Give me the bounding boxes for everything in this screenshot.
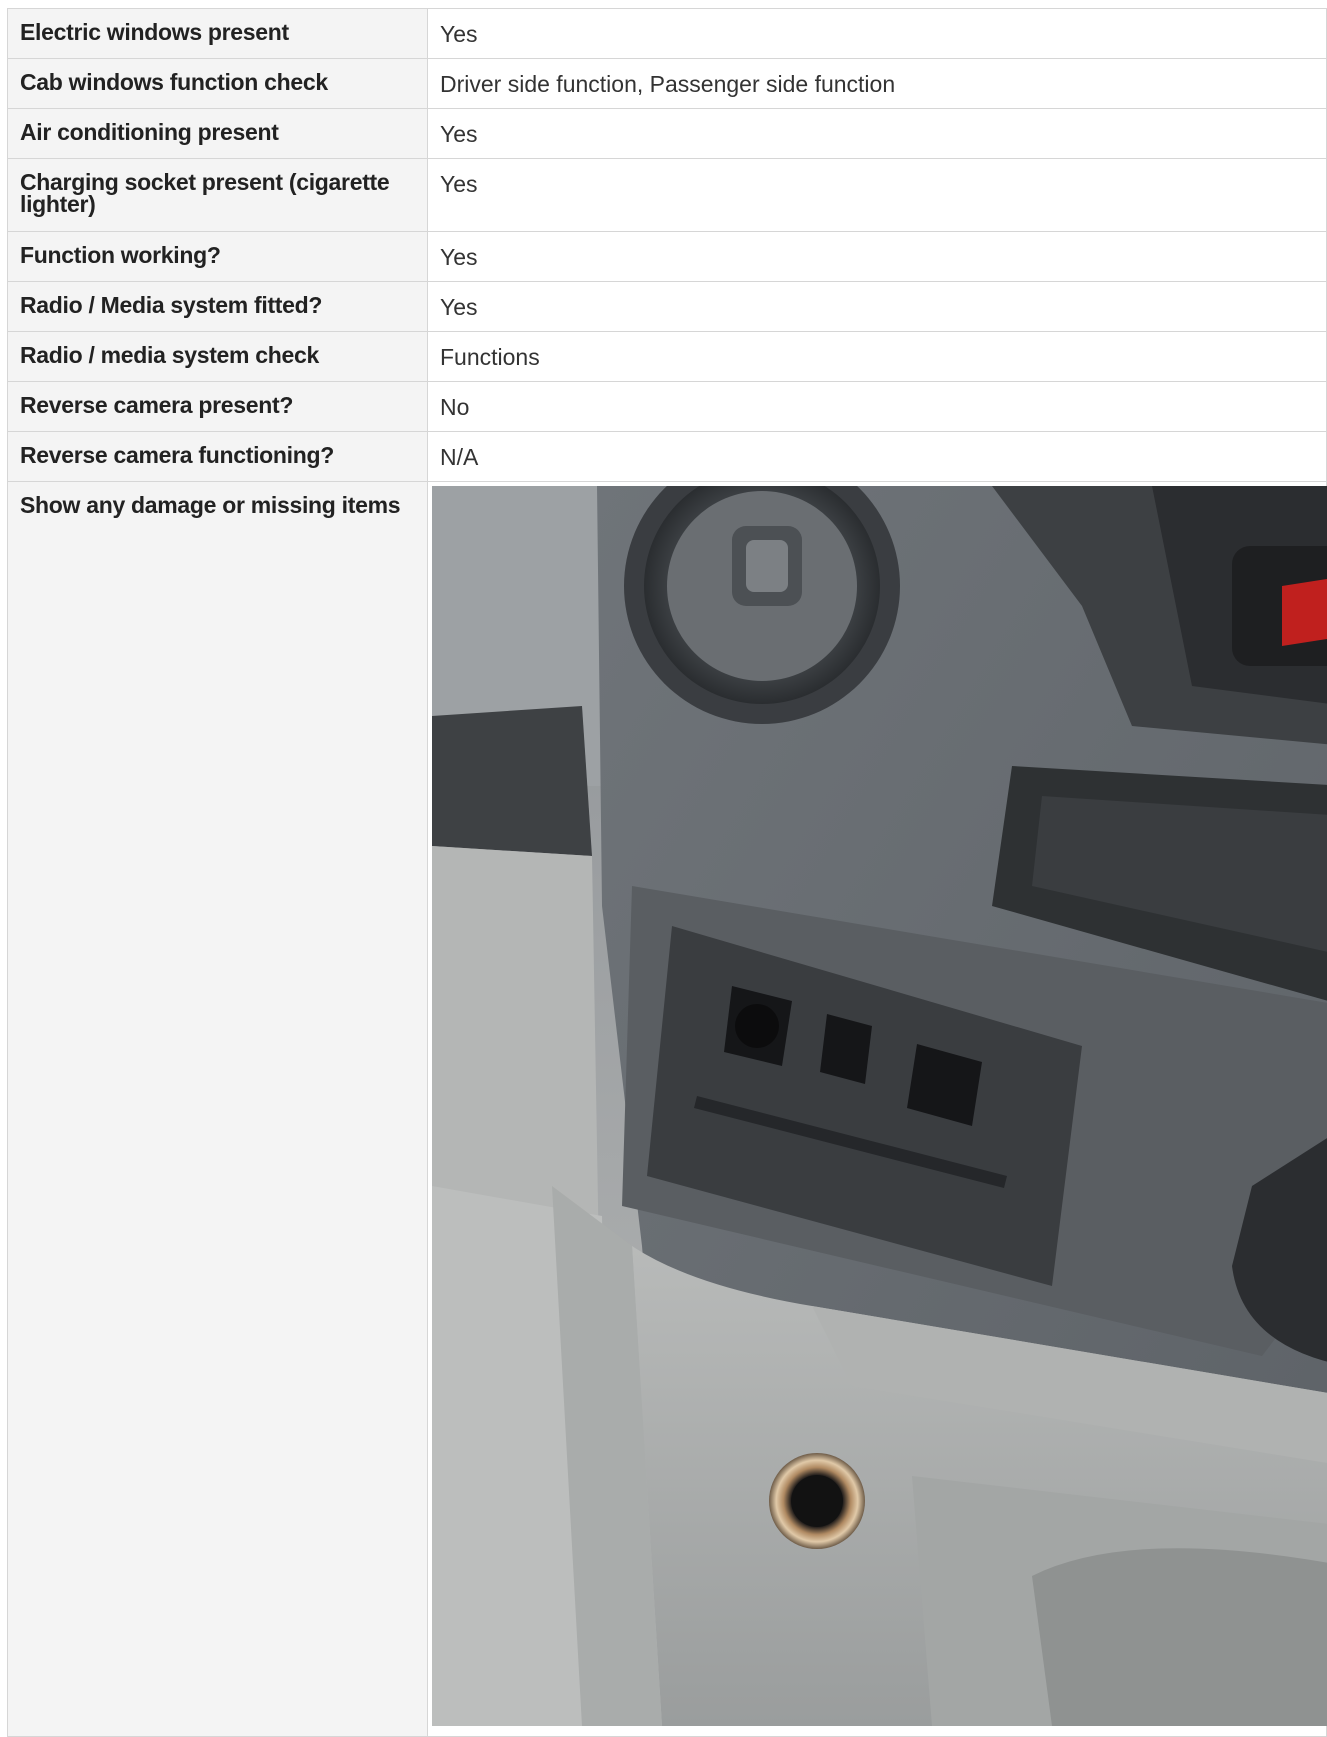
row-value: Yes	[427, 281, 1327, 332]
table-row: Radio / Media system fitted? Yes	[7, 281, 1327, 332]
table-row: Radio / media system check Functions	[7, 331, 1327, 382]
row-label: Show any damage or missing items	[7, 481, 428, 1737]
row-label: Function working?	[7, 231, 428, 282]
row-value: Yes	[427, 158, 1327, 232]
row-value: Functions	[427, 331, 1327, 382]
table-row: Electric windows present Yes	[7, 8, 1327, 59]
table-row: Air conditioning present Yes	[7, 108, 1327, 159]
dashboard-photo-icon	[432, 486, 1327, 1726]
row-value: Driver side function, Passenger side fun…	[427, 58, 1327, 109]
row-label: Air conditioning present	[7, 108, 428, 159]
row-value: Yes	[427, 8, 1327, 59]
row-label: Charging socket present (cigarette light…	[7, 158, 428, 232]
row-value: Yes	[427, 231, 1327, 282]
row-value: N/A	[427, 431, 1327, 482]
table-row: Reverse camera present? No	[7, 381, 1327, 432]
damage-photo[interactable]	[432, 486, 1327, 1726]
inspection-table: Electric windows present Yes Cab windows…	[7, 8, 1327, 1737]
row-label: Cab windows function check	[7, 58, 428, 109]
table-row: Function working? Yes	[7, 231, 1327, 282]
table-row: Charging socket present (cigarette light…	[7, 158, 1327, 232]
damage-photo-cell	[427, 481, 1327, 1737]
row-label: Reverse camera present?	[7, 381, 428, 432]
inspection-table-container: Electric windows present Yes Cab windows…	[7, 8, 1327, 1737]
table-row: Reverse camera functioning? N/A	[7, 431, 1327, 482]
row-label: Radio / Media system fitted?	[7, 281, 428, 332]
row-value: Yes	[427, 108, 1327, 159]
row-value: No	[427, 381, 1327, 432]
table-row: Cab windows function check Driver side f…	[7, 58, 1327, 109]
row-label: Electric windows present	[7, 8, 428, 59]
table-row-damage: Show any damage or missing items	[7, 481, 1327, 1737]
row-label: Reverse camera functioning?	[7, 431, 428, 482]
row-label: Radio / media system check	[7, 331, 428, 382]
